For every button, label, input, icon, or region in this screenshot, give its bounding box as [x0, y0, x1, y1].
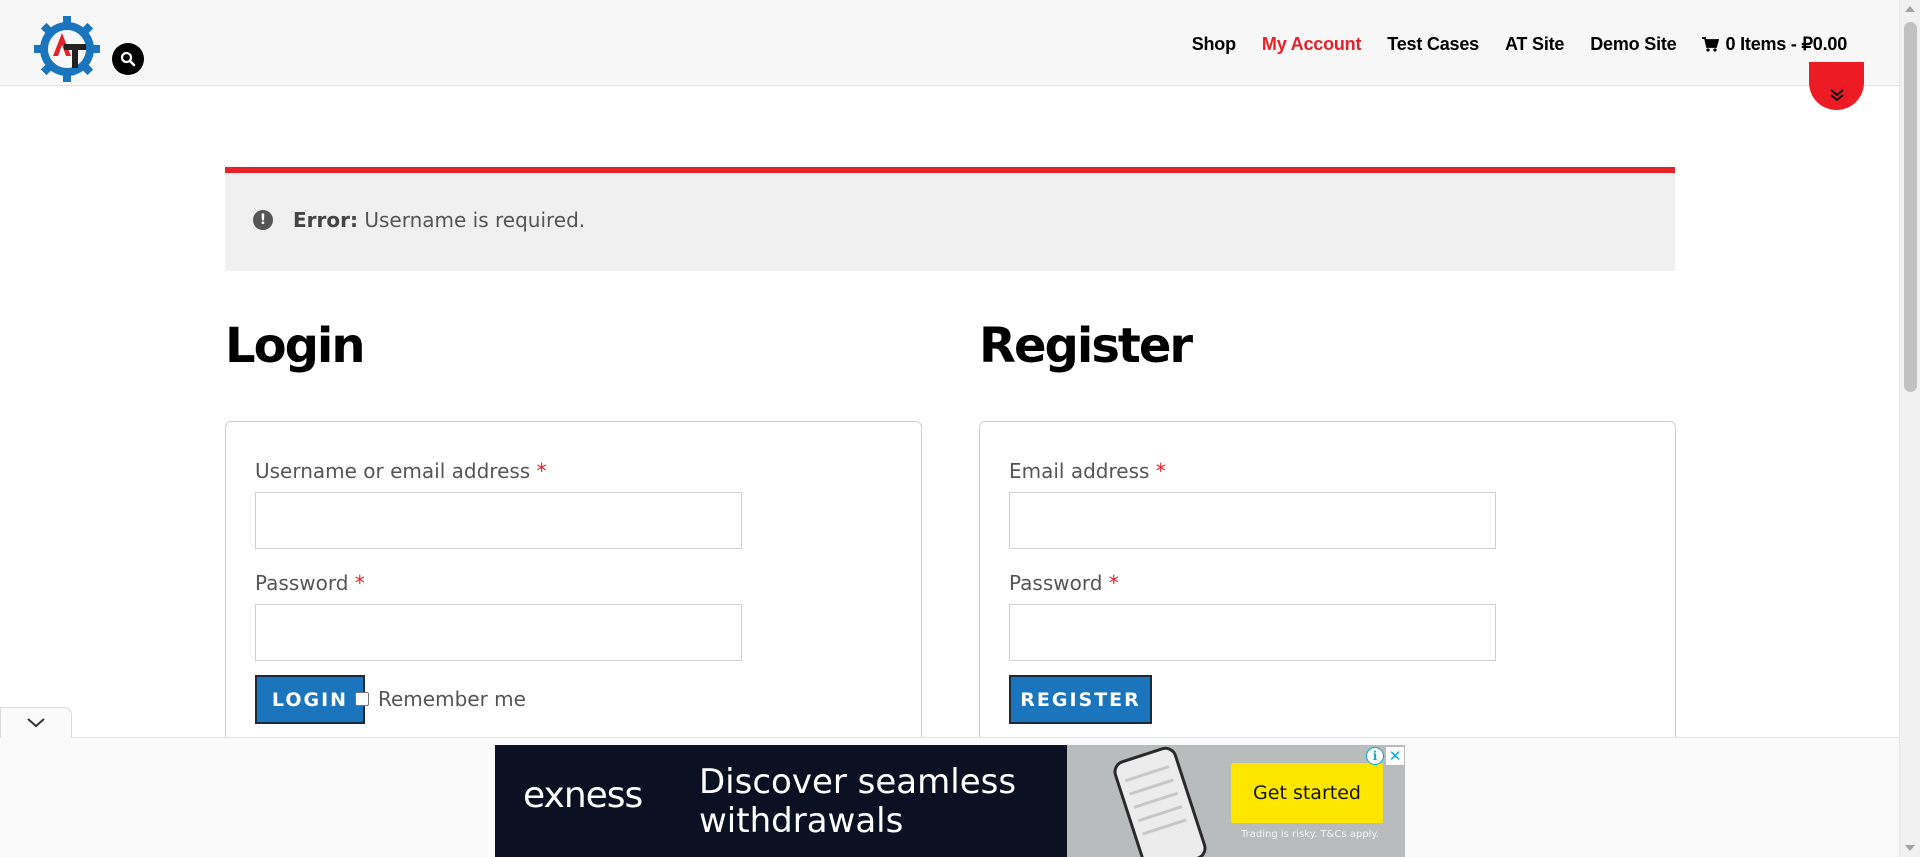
remember-me-label[interactable]: Remember me: [378, 687, 526, 711]
username-label: Username or email address *: [255, 459, 547, 483]
scroll-toggle-button[interactable]: [1809, 62, 1864, 110]
search-button[interactable]: [112, 43, 144, 75]
nav-demo-site[interactable]: Demo Site: [1590, 34, 1676, 55]
register-title: Register: [979, 318, 1193, 374]
ad-disclaimer: Trading is risky. T&Cs apply.: [1241, 829, 1379, 840]
required-marker: *: [1108, 571, 1119, 595]
cart-icon: [1702, 37, 1720, 52]
phone-illustration: [1110, 745, 1210, 857]
ad-close-icon[interactable]: ✕: [1386, 747, 1404, 765]
scroll-up-arrow-icon[interactable]: [1905, 6, 1915, 12]
login-title: Login: [225, 318, 366, 374]
nav-my-account[interactable]: My Account: [1262, 34, 1362, 55]
required-marker: *: [1155, 459, 1166, 483]
ad-brand: exness: [523, 775, 643, 816]
error-prefix: Error:: [293, 208, 358, 232]
login-password-input[interactable]: [255, 604, 742, 661]
login-form: Username or email address * Password * L…: [225, 421, 922, 761]
register-password-input[interactable]: [1009, 604, 1496, 661]
search-icon: [120, 51, 136, 67]
nav-cart[interactable]: 0 Items - ₽0.00: [1702, 34, 1847, 55]
register-form: Email address * Password * REGISTER: [979, 421, 1676, 761]
nav-at-site[interactable]: AT Site: [1505, 34, 1564, 55]
main-nav: Shop My Account Test Cases AT Site Demo …: [1192, 34, 1847, 55]
page-scrollbar[interactable]: [1899, 0, 1920, 857]
login-password-label: Password *: [255, 571, 365, 595]
required-marker: *: [354, 571, 365, 595]
chevron-down-icon: [27, 718, 45, 728]
remember-me-checkbox[interactable]: [355, 692, 369, 706]
login-button[interactable]: LOGIN: [255, 675, 365, 724]
exclamation-icon: !: [253, 210, 273, 230]
site-logo[interactable]: [34, 16, 100, 82]
remember-me: Remember me: [355, 687, 526, 711]
nav-test-cases[interactable]: Test Cases: [1387, 34, 1479, 55]
advertisement-banner[interactable]: exness Discover seamless withdrawals Get…: [495, 745, 1405, 857]
error-text: Username is required.: [358, 208, 586, 232]
register-password-label: Password *: [1009, 571, 1119, 595]
ad-info-icon[interactable]: i: [1366, 747, 1384, 765]
required-marker: *: [536, 459, 547, 483]
cart-summary: 0 Items - ₽0.00: [1725, 34, 1847, 54]
ad-visual: Get started Trading is risky. T&Cs apply…: [1067, 745, 1405, 857]
scrollbar-thumb[interactable]: [1904, 22, 1917, 392]
page: Shop My Account Test Cases AT Site Demo …: [0, 0, 1920, 857]
ad-collapse-button[interactable]: [0, 707, 72, 738]
ad-headline: Discover seamless withdrawals: [699, 762, 1017, 841]
username-input[interactable]: [255, 492, 742, 549]
error-message: Error: Username is required.: [293, 208, 585, 232]
scroll-down-arrow-icon[interactable]: [1905, 845, 1915, 851]
site-header: Shop My Account Test Cases AT Site Demo …: [0, 0, 1899, 86]
email-label: Email address *: [1009, 459, 1166, 483]
error-notice: ! Error: Username is required.: [225, 167, 1675, 271]
double-chevron-down-icon: [1829, 89, 1844, 102]
register-button[interactable]: REGISTER: [1009, 675, 1152, 724]
ad-cta-button[interactable]: Get started: [1231, 763, 1383, 823]
email-input[interactable]: [1009, 492, 1496, 549]
nav-shop[interactable]: Shop: [1192, 34, 1236, 55]
